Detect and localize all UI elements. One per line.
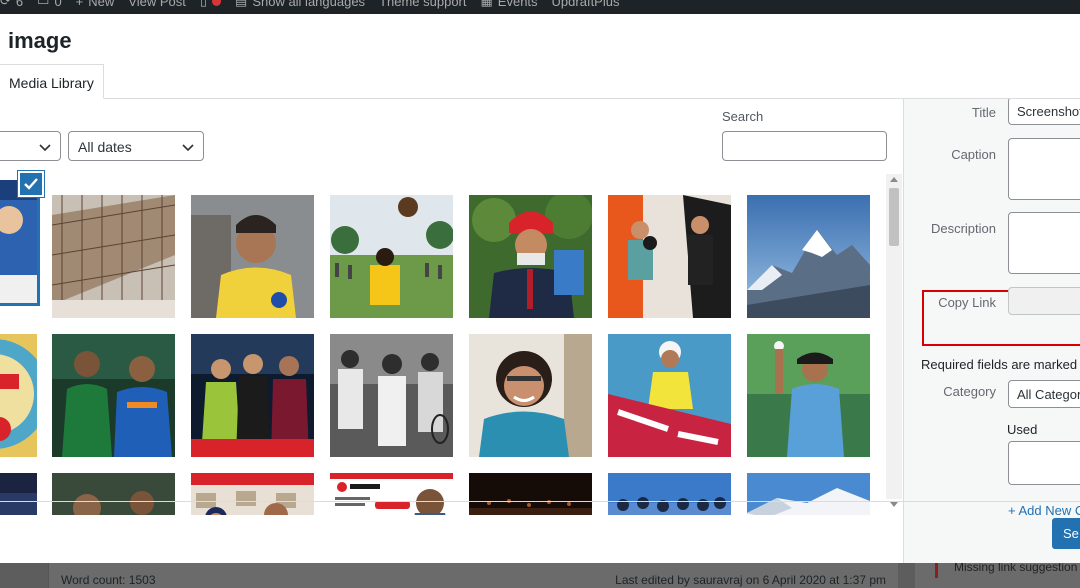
plus-icon: + bbox=[75, 0, 84, 9]
editor-side-box: Missing link suggestion bbox=[915, 558, 1080, 588]
add-new-category-link[interactable]: + Add New C bbox=[1008, 503, 1080, 518]
admin-bar: ⟳ 6 ▭ 0 + New View Post ▯ ▤ Show all languag… bbox=[0, 0, 1080, 14]
yoast-icon: ▯ bbox=[199, 0, 208, 8]
caption-field[interactable] bbox=[1008, 138, 1080, 200]
photo-thumbnail bbox=[52, 334, 175, 457]
photo-thumbnail bbox=[747, 195, 870, 318]
photo-thumbnail bbox=[608, 195, 731, 318]
calendar-icon: ▦ bbox=[480, 0, 493, 8]
media-modal: image Media Library All dates Search Tit… bbox=[0, 14, 1080, 563]
scrollbar-thumb[interactable] bbox=[889, 188, 899, 246]
editor-status-bar: Word count: 1503 Last edited by sauravra… bbox=[48, 560, 898, 588]
selected-checkmark[interactable] bbox=[18, 171, 44, 197]
description-field[interactable] bbox=[1008, 212, 1080, 274]
attachment-thumbnail[interactable] bbox=[191, 473, 314, 515]
admin-bar-languages[interactable]: ▤ Show all languages bbox=[235, 0, 365, 9]
required-fields-note: Required fields are marked * bbox=[921, 357, 1078, 372]
admin-bar-seo[interactable]: ▯ bbox=[199, 0, 222, 9]
photo-thumbnail bbox=[469, 334, 592, 457]
photo-thumbnail bbox=[191, 473, 314, 515]
description-label: Description bbox=[930, 221, 996, 236]
admin-bar-updraftplus[interactable]: UpdraftPlus bbox=[552, 0, 620, 9]
attachment-thumbnail[interactable] bbox=[608, 334, 731, 457]
category-label: Category bbox=[943, 384, 996, 399]
copy-link-label: Copy Link bbox=[938, 295, 996, 310]
translate-icon: ▤ bbox=[235, 0, 248, 8]
scroll-down-icon[interactable] bbox=[890, 502, 898, 507]
caption-label: Caption bbox=[951, 147, 996, 162]
attachment-thumbnail[interactable] bbox=[469, 195, 592, 318]
chevron-down-icon bbox=[39, 144, 51, 152]
modal-footer-divider bbox=[0, 501, 1080, 502]
status-dot bbox=[212, 0, 222, 6]
photo-thumbnail bbox=[469, 195, 592, 318]
category-select[interactable]: All Categor bbox=[1008, 380, 1080, 408]
tab-media-library[interactable]: Media Library bbox=[0, 64, 104, 99]
photo-thumbnail bbox=[0, 180, 37, 303]
attachment-thumbnail[interactable] bbox=[0, 180, 37, 303]
photo-thumbnail bbox=[0, 334, 37, 457]
attachment-thumbnail[interactable] bbox=[330, 473, 453, 515]
checkmark-icon bbox=[24, 178, 38, 190]
photo-thumbnail bbox=[608, 473, 731, 515]
admin-bar-comments[interactable]: ▭ 0 bbox=[37, 0, 62, 9]
chevron-down-icon bbox=[182, 144, 194, 152]
attachment-thumbnail[interactable] bbox=[52, 195, 175, 318]
attachment-thumbnail[interactable] bbox=[52, 473, 175, 515]
admin-bar-theme-support[interactable]: Theme support bbox=[379, 0, 466, 9]
set-image-button[interactable]: Se bbox=[1052, 518, 1080, 549]
photo-thumbnail bbox=[0, 473, 37, 515]
comments-icon: ▭ bbox=[37, 0, 50, 8]
grid-scrollbar[interactable] bbox=[886, 174, 902, 507]
last-edited: Last edited by sauravraj on 6 April 2020… bbox=[615, 573, 886, 587]
attachment-thumbnail[interactable] bbox=[747, 473, 870, 515]
admin-bar-view-post[interactable]: View Post bbox=[128, 0, 186, 9]
photo-thumbnail bbox=[191, 334, 314, 457]
photo-thumbnail bbox=[52, 473, 175, 515]
attachment-thumbnail[interactable] bbox=[330, 334, 453, 457]
media-type-select[interactable] bbox=[0, 131, 61, 161]
attachment-thumbnail[interactable] bbox=[747, 195, 870, 318]
title-field[interactable]: Screenshot bbox=[1008, 99, 1080, 125]
scroll-up-icon[interactable] bbox=[890, 177, 898, 182]
word-count: Word count: 1503 bbox=[61, 573, 156, 587]
attachment-thumbnail[interactable] bbox=[608, 473, 731, 515]
attachment-thumbnail[interactable] bbox=[191, 195, 314, 318]
photo-thumbnail bbox=[52, 195, 175, 318]
attachment-thumbnail[interactable] bbox=[608, 195, 731, 318]
category-list[interactable] bbox=[1008, 441, 1080, 485]
modal-title: image bbox=[8, 28, 72, 53]
used-label: Used bbox=[1007, 422, 1038, 437]
photo-thumbnail bbox=[469, 473, 592, 515]
admin-bar-updates[interactable]: ⟳ 6 bbox=[0, 0, 23, 9]
attachment-thumbnail[interactable] bbox=[469, 473, 592, 515]
attachment-details-sidebar: Title Screenshot Caption Description Cop… bbox=[903, 99, 1080, 563]
search-label: Search bbox=[722, 109, 764, 124]
updates-icon: ⟳ bbox=[0, 0, 11, 8]
admin-bar-new[interactable]: + New bbox=[76, 0, 115, 9]
admin-bar-events[interactable]: ▦ Events bbox=[481, 0, 538, 9]
photo-thumbnail bbox=[747, 473, 870, 515]
copy-link-field[interactable] bbox=[1008, 287, 1080, 315]
attachment-thumbnail[interactable] bbox=[191, 334, 314, 457]
attachments-grid bbox=[0, 180, 885, 515]
search-input[interactable] bbox=[722, 131, 887, 161]
attachment-thumbnail[interactable] bbox=[0, 473, 37, 515]
attachment-thumbnail[interactable] bbox=[0, 334, 37, 457]
attachment-thumbnail[interactable] bbox=[469, 334, 592, 457]
photo-thumbnail bbox=[330, 334, 453, 457]
photo-thumbnail bbox=[608, 334, 731, 457]
attachment-thumbnail[interactable] bbox=[747, 334, 870, 457]
photo-thumbnail bbox=[330, 473, 453, 515]
photo-thumbnail bbox=[191, 195, 314, 318]
photo-thumbnail bbox=[330, 195, 453, 318]
photo-thumbnail bbox=[747, 334, 870, 457]
attachment-thumbnail[interactable] bbox=[330, 195, 453, 318]
date-filter-select[interactable]: All dates bbox=[68, 131, 204, 161]
attachment-thumbnail[interactable] bbox=[52, 334, 175, 457]
title-label: Title bbox=[971, 105, 996, 120]
